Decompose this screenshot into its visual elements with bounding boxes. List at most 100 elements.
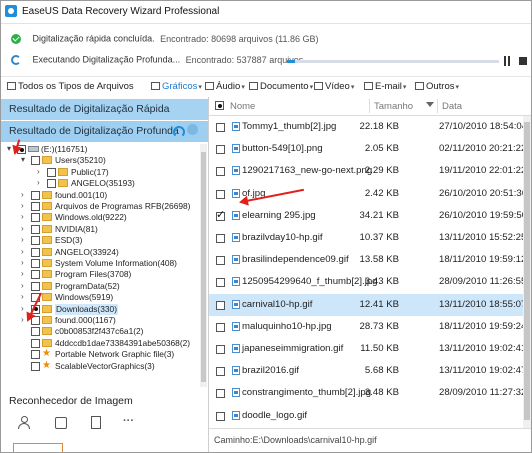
row-checkbox[interactable]: [216, 189, 225, 199]
table-row[interactable]: elearning 295.jpg 34.21 KB 26/10/2010 19:5…: [209, 205, 523, 227]
document-icon[interactable]: [88, 415, 102, 429]
tree-checkbox[interactable]: [31, 281, 40, 291]
tree-item[interactable]: 4ddccdb1dae73384391abe50368(2): [1, 338, 200, 349]
expand-toggle-icon[interactable]: ›: [21, 224, 27, 233]
row-checkbox[interactable]: [216, 167, 225, 177]
edit-icon[interactable]: [53, 415, 67, 429]
expand-toggle-icon[interactable]: ›: [37, 178, 43, 187]
tree-item[interactable]: › Arquivos de Programas RFB(26698): [1, 201, 200, 212]
tree-checkbox[interactable]: [47, 179, 56, 189]
table-row[interactable]: carnival10-hp.gif 12.41 KB 13/11/2010 18:5…: [209, 293, 523, 316]
row-checkbox[interactable]: [216, 367, 225, 377]
row-checkbox[interactable]: [216, 322, 225, 332]
folder-tree-scrollbar[interactable]: [200, 144, 207, 387]
table-row[interactable]: constrangimento_thumb[2].jpg 3.48 KB 28/09…: [209, 382, 523, 404]
tree-checkbox[interactable]: [47, 167, 56, 177]
table-row[interactable]: brazilvday10-hp.gif 10.37 KB 13/11/2010 15…: [209, 227, 523, 249]
tree-checkbox[interactable]: [31, 224, 40, 234]
file-list-scrollbar[interactable]: [523, 116, 531, 428]
tree-item[interactable]: ▾ (E:)(116751): [1, 144, 200, 155]
tree-item[interactable]: ▾ Users(35210): [1, 155, 200, 166]
tree-checkbox[interactable]: [31, 361, 40, 371]
tree-item[interactable]: ★ Portable Network Graphic file(3): [1, 349, 200, 360]
table-row[interactable]: Tommy1_thumb[2].jpg 22.18 KB 27/10/2010 18…: [209, 116, 523, 138]
tree-item[interactable]: › Windows(5919): [1, 292, 200, 303]
tree-item[interactable]: c0b00853f2f437c6a1(2): [1, 326, 200, 337]
row-checkbox[interactable]: [216, 123, 225, 132]
quick-scan-results-header[interactable]: Resultado de Digitalização Rápida: [1, 99, 208, 120]
expand-toggle-icon[interactable]: ›: [21, 201, 27, 210]
tree-checkbox[interactable]: [31, 259, 40, 268]
tree-item[interactable]: › ESD(3): [1, 235, 200, 246]
deep-scan-results-header[interactable]: Resultado de Digitalização Profunda: [1, 121, 208, 142]
filter-picture[interactable]: Gráficos▾: [151, 81, 202, 92]
column-size[interactable]: Tamanho: [374, 101, 413, 112]
filter-video[interactable]: Vídeo▾: [314, 81, 354, 92]
tree-item[interactable]: › Public(17): [1, 167, 200, 178]
tree-item[interactable]: › ANGELO(35193): [1, 178, 200, 189]
more-icon[interactable]: ···: [123, 415, 137, 429]
row-checkbox[interactable]: [216, 208, 225, 221]
expand-toggle-icon[interactable]: ›: [21, 212, 27, 221]
tree-item[interactable]: › found.001(10): [1, 190, 200, 201]
expand-toggle-icon[interactable]: ›: [21, 258, 27, 267]
filter-mail[interactable]: E-mail▾: [364, 81, 406, 92]
expand-toggle-icon[interactable]: ›: [21, 247, 27, 256]
tree-checkbox[interactable]: [31, 247, 40, 257]
tree-checkbox[interactable]: [31, 350, 40, 360]
row-checkbox[interactable]: [216, 300, 225, 310]
table-row[interactable]: brasilindependence09.gif 13.58 KB 18/11/20…: [209, 249, 523, 271]
tree-item[interactable]: › ProgramData(52): [1, 281, 200, 292]
stop-icon[interactable]: [519, 57, 527, 65]
table-row[interactable]: maluquinho10-hp.jpg 28.73 KB 18/11/2010 19…: [209, 316, 523, 338]
table-row[interactable]: japaneseimmigration.gif 11.50 KB 13/11/201…: [209, 338, 523, 360]
filter-folder[interactable]: Outros▾: [415, 81, 459, 92]
scrollbar-thumb[interactable]: [524, 122, 530, 420]
table-row[interactable]: 1290217163_new-go-next.png 2.29 KB 19/11/2…: [209, 160, 523, 182]
filter-music[interactable]: Áudio▾: [205, 81, 245, 92]
expand-toggle-icon[interactable]: ›: [21, 269, 27, 278]
tree-item[interactable]: › ANGELO(33924): [1, 247, 200, 258]
recover-button[interactable]: [13, 443, 63, 452]
person-icon[interactable]: [17, 415, 31, 429]
pause-icon[interactable]: [503, 56, 512, 66]
row-checkbox[interactable]: [216, 145, 225, 155]
scrollbar-thumb[interactable]: [201, 152, 206, 382]
row-checkbox[interactable]: [216, 256, 225, 266]
tree-checkbox[interactable]: [31, 338, 40, 348]
expand-toggle-icon[interactable]: ▾: [21, 155, 27, 164]
table-row[interactable]: doodle_logo.gif: [209, 405, 523, 427]
tree-checkbox[interactable]: [31, 213, 40, 223]
table-row[interactable]: 1250954299640_f_thumb[2].jpg 3.43 KB 28/09…: [209, 271, 523, 293]
filter-document[interactable]: Documento▾: [249, 81, 313, 92]
table-row[interactable]: button-549[10].png 2.05 KB 02/11/2010 20:2…: [209, 138, 523, 160]
tree-checkbox[interactable]: [31, 202, 40, 211]
tree-checkbox[interactable]: [31, 270, 40, 280]
expand-toggle-icon[interactable]: ›: [21, 292, 27, 301]
row-checkbox[interactable]: [216, 278, 225, 288]
table-row[interactable]: brazil2016.gif 5.68 KB 13/11/2010 19:02:47: [209, 360, 523, 382]
expand-toggle-icon[interactable]: ›: [21, 281, 27, 290]
tree-checkbox[interactable]: [31, 327, 40, 337]
expand-toggle-icon[interactable]: ›: [37, 167, 43, 176]
tree-checkbox[interactable]: [31, 156, 40, 166]
tree-item[interactable]: ★ ScalableVectorGraphics(3): [1, 360, 200, 372]
tree-checkbox[interactable]: [31, 236, 40, 246]
row-checkbox[interactable]: [216, 411, 225, 421]
expand-toggle-icon[interactable]: ›: [21, 190, 27, 199]
column-date[interactable]: Data: [442, 101, 462, 112]
row-checkbox[interactable]: [216, 345, 225, 354]
tree-item[interactable]: › NVIDIA(81): [1, 224, 200, 235]
tree-item[interactable]: › Program Files(3708): [1, 269, 200, 280]
row-checkbox[interactable]: [216, 234, 225, 243]
tree-checkbox[interactable]: [31, 190, 40, 200]
select-all-checkbox[interactable]: [215, 101, 224, 110]
filter-monitor[interactable]: Todos os Tipos de Arquivos: [7, 81, 135, 92]
tree-item[interactable]: › System Volume Information(408): [1, 258, 200, 269]
folder-icon: [42, 304, 52, 313]
table-row[interactable]: of.jpg 2.42 KB 26/10/2010 20:51:36: [209, 183, 523, 205]
row-checkbox[interactable]: [216, 389, 225, 399]
tree-item[interactable]: › Windows.old(9222): [1, 212, 200, 223]
column-name[interactable]: Nome: [230, 101, 255, 112]
expand-toggle-icon[interactable]: ›: [21, 235, 27, 244]
